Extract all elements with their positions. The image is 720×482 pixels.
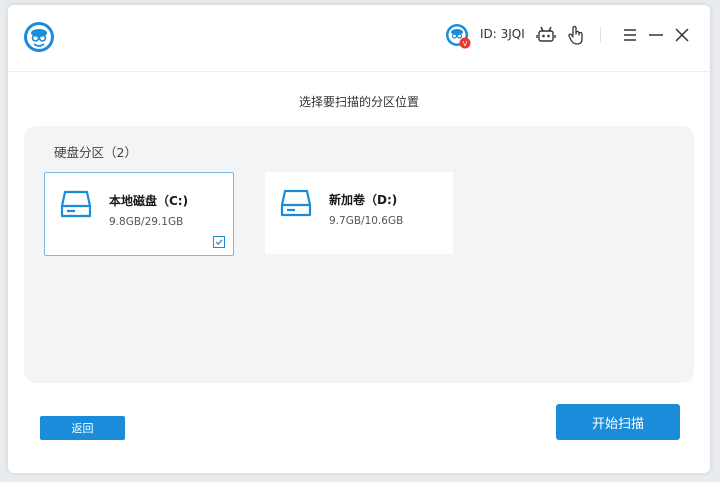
drive-size: 9.8GB/29.1GB bbox=[109, 216, 184, 228]
app-window: V ID: 3JQI 选择要扫描的分区位置 硬盘分区（2） 本地磁盘（C:) 9… bbox=[8, 5, 710, 473]
back-button[interactable]: 返回 bbox=[40, 416, 125, 440]
start-scan-button[interactable]: 开始扫描 bbox=[556, 404, 680, 440]
vip-badge: V bbox=[463, 40, 468, 48]
toolbar-divider bbox=[600, 27, 601, 43]
checkbox-checked-icon[interactable] bbox=[213, 236, 225, 248]
user-id: ID: 3JQI bbox=[480, 27, 525, 41]
drive-card-c[interactable]: 本地磁盘（C:) 9.8GB/29.1GB bbox=[44, 172, 234, 256]
hand-pointer-icon[interactable] bbox=[565, 24, 587, 46]
drive-name: 本地磁盘（C:) bbox=[109, 194, 189, 208]
title-bar: V ID: 3JQI bbox=[8, 5, 710, 72]
drive-size: 9.7GB/10.6GB bbox=[329, 215, 404, 227]
user-avatar-icon[interactable]: V bbox=[445, 23, 471, 49]
drive-name: 新加卷（D:) bbox=[329, 193, 398, 207]
robot-icon[interactable] bbox=[535, 24, 557, 46]
hard-drive-icon bbox=[60, 190, 92, 218]
drive-card-d[interactable]: 新加卷（D:) 9.7GB/10.6GB bbox=[265, 172, 453, 254]
app-logo-icon bbox=[24, 22, 54, 52]
partition-panel: 硬盘分区（2） 本地磁盘（C:) 9.8GB/29.1GB 新加卷（D:) 9.… bbox=[24, 126, 694, 383]
close-icon[interactable] bbox=[671, 24, 693, 46]
minimize-icon[interactable] bbox=[645, 24, 667, 46]
page-subtitle: 选择要扫描的分区位置 bbox=[298, 95, 419, 109]
menu-icon[interactable] bbox=[619, 24, 641, 46]
hard-drive-icon bbox=[280, 189, 312, 217]
section-title: 硬盘分区（2） bbox=[54, 145, 137, 160]
